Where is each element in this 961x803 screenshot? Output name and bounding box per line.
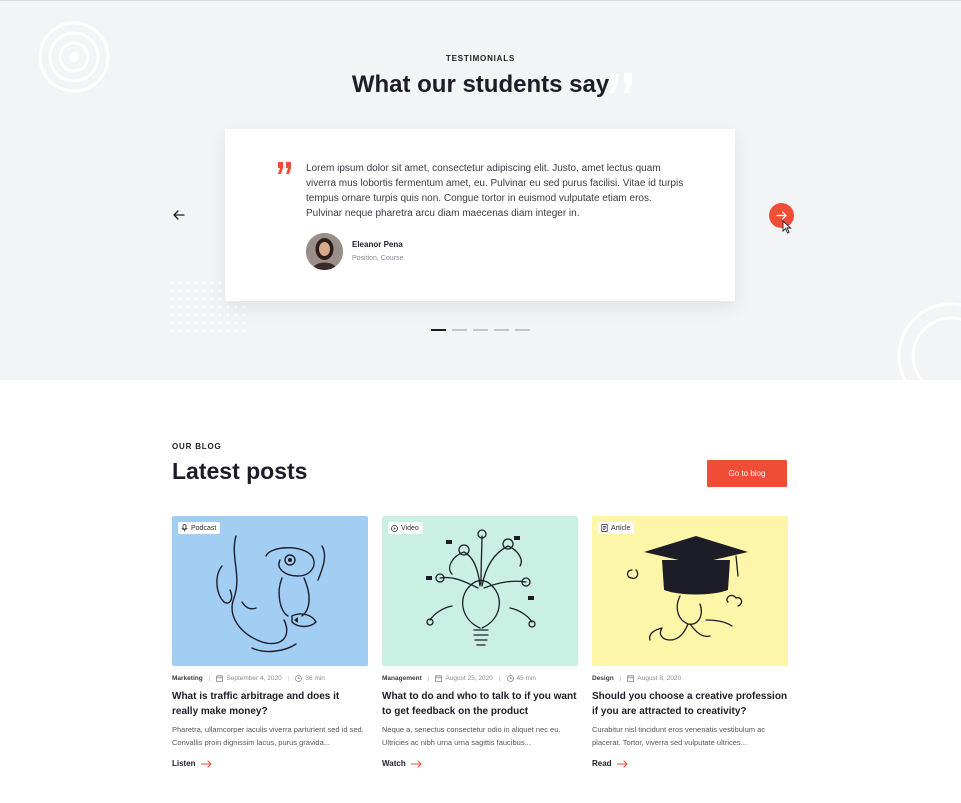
prev-slide-button[interactable] bbox=[172, 208, 186, 222]
face-illustration-icon bbox=[216, 535, 326, 653]
post-title[interactable]: Should you choose a creative profession … bbox=[592, 689, 788, 719]
arrow-right-icon bbox=[616, 759, 628, 768]
post-title[interactable]: What to do and who to talk to if you wan… bbox=[382, 689, 578, 719]
post-badge-label: Podcast bbox=[191, 524, 217, 532]
decorative-rings-icon bbox=[897, 302, 961, 380]
testimonial-quote: Lorem ipsum dolor sit amet, consectetur … bbox=[306, 163, 684, 219]
calendar-icon bbox=[216, 675, 224, 682]
testimonials-section: TESTIMONIALS What our students say Lorem… bbox=[0, 0, 961, 380]
watch-link[interactable]: Watch bbox=[382, 759, 422, 768]
post-image[interactable]: Article bbox=[592, 516, 788, 666]
author-name: Eleanor Pena bbox=[352, 240, 403, 249]
arrow-right-icon bbox=[410, 759, 422, 768]
post-date: August 25, 2020 bbox=[445, 675, 493, 682]
pagination-dot[interactable] bbox=[452, 329, 467, 331]
post-image[interactable]: Video bbox=[382, 516, 578, 666]
arrow-right-icon bbox=[200, 759, 212, 768]
post-link-label: Listen bbox=[172, 759, 196, 768]
post-type-badge: Article bbox=[598, 522, 635, 534]
quote-mark-icon bbox=[610, 73, 632, 93]
pagination-dot[interactable] bbox=[515, 329, 530, 331]
graduate-illustration-icon bbox=[626, 536, 748, 641]
listen-link[interactable]: Listen bbox=[172, 759, 212, 768]
testimonials-title: What our students say bbox=[351, 71, 610, 98]
post-excerpt: Neque a, senectus consectetur odio in al… bbox=[382, 725, 561, 747]
author-position: Position, Course bbox=[352, 255, 404, 262]
post-badge-label: Video bbox=[401, 524, 419, 532]
post-duration: 45 min bbox=[516, 675, 537, 682]
avatar bbox=[306, 233, 343, 270]
document-icon bbox=[601, 524, 608, 532]
post-image[interactable]: Podcast bbox=[172, 516, 368, 666]
testimonial-card: Lorem ipsum dolor sit amet, consectetur … bbox=[225, 129, 735, 301]
post-category[interactable]: Design bbox=[592, 675, 614, 682]
lightbulb-illustration-icon bbox=[426, 529, 536, 646]
pagination-dot[interactable] bbox=[431, 329, 446, 331]
post-meta: Marketing | September 4, 2020 | 36 min bbox=[172, 675, 325, 682]
blog-post-card: Video Management | August 25, 2020 | 45 … bbox=[382, 516, 578, 776]
go-to-blog-button[interactable]: Go to blog bbox=[707, 460, 787, 487]
clock-icon bbox=[295, 675, 303, 682]
quote-mark-icon bbox=[278, 162, 291, 174]
blog-post-card: Article Design | August 8, 2020 Should y… bbox=[592, 516, 788, 776]
post-date: September 4, 2020 bbox=[226, 675, 282, 682]
post-meta: Design | August 8, 2020 bbox=[592, 675, 682, 682]
post-type-badge: Podcast bbox=[178, 522, 221, 534]
post-excerpt: Pharetra, ullamcorper iaculis viverra pa… bbox=[172, 725, 364, 747]
microphone-icon bbox=[181, 524, 188, 532]
calendar-icon bbox=[435, 675, 443, 682]
post-category[interactable]: Marketing bbox=[172, 675, 203, 682]
post-meta: Management | August 25, 2020 | 45 min bbox=[382, 675, 537, 682]
post-title[interactable]: What is traffic arbitrage and does it re… bbox=[172, 689, 368, 719]
post-type-badge: Video bbox=[388, 522, 423, 534]
pagination-dot[interactable] bbox=[473, 329, 488, 331]
calendar-icon bbox=[627, 675, 635, 682]
blog-title: Latest posts bbox=[172, 458, 308, 484]
post-duration: 36 min bbox=[305, 675, 325, 682]
mouse-cursor-icon bbox=[782, 220, 792, 234]
blog-eyebrow: OUR BLOG bbox=[172, 442, 222, 451]
testimonials-eyebrow: TESTIMONIALS bbox=[445, 54, 516, 63]
play-icon bbox=[391, 524, 398, 532]
arrow-left-icon bbox=[173, 210, 185, 220]
read-link[interactable]: Read bbox=[592, 759, 628, 768]
post-date: August 8, 2020 bbox=[637, 675, 682, 682]
post-link-label: Read bbox=[592, 759, 612, 768]
clock-icon bbox=[506, 675, 514, 682]
post-badge-label: Article bbox=[611, 524, 631, 532]
pagination-dot[interactable] bbox=[494, 329, 509, 331]
post-category[interactable]: Management bbox=[382, 675, 422, 682]
post-link-label: Watch bbox=[382, 759, 406, 768]
post-excerpt: Curabitur nisl tincidunt eros venenatis … bbox=[592, 725, 766, 747]
blog-post-card: Podcast Marketing | September 4, 2020 | … bbox=[172, 516, 368, 776]
